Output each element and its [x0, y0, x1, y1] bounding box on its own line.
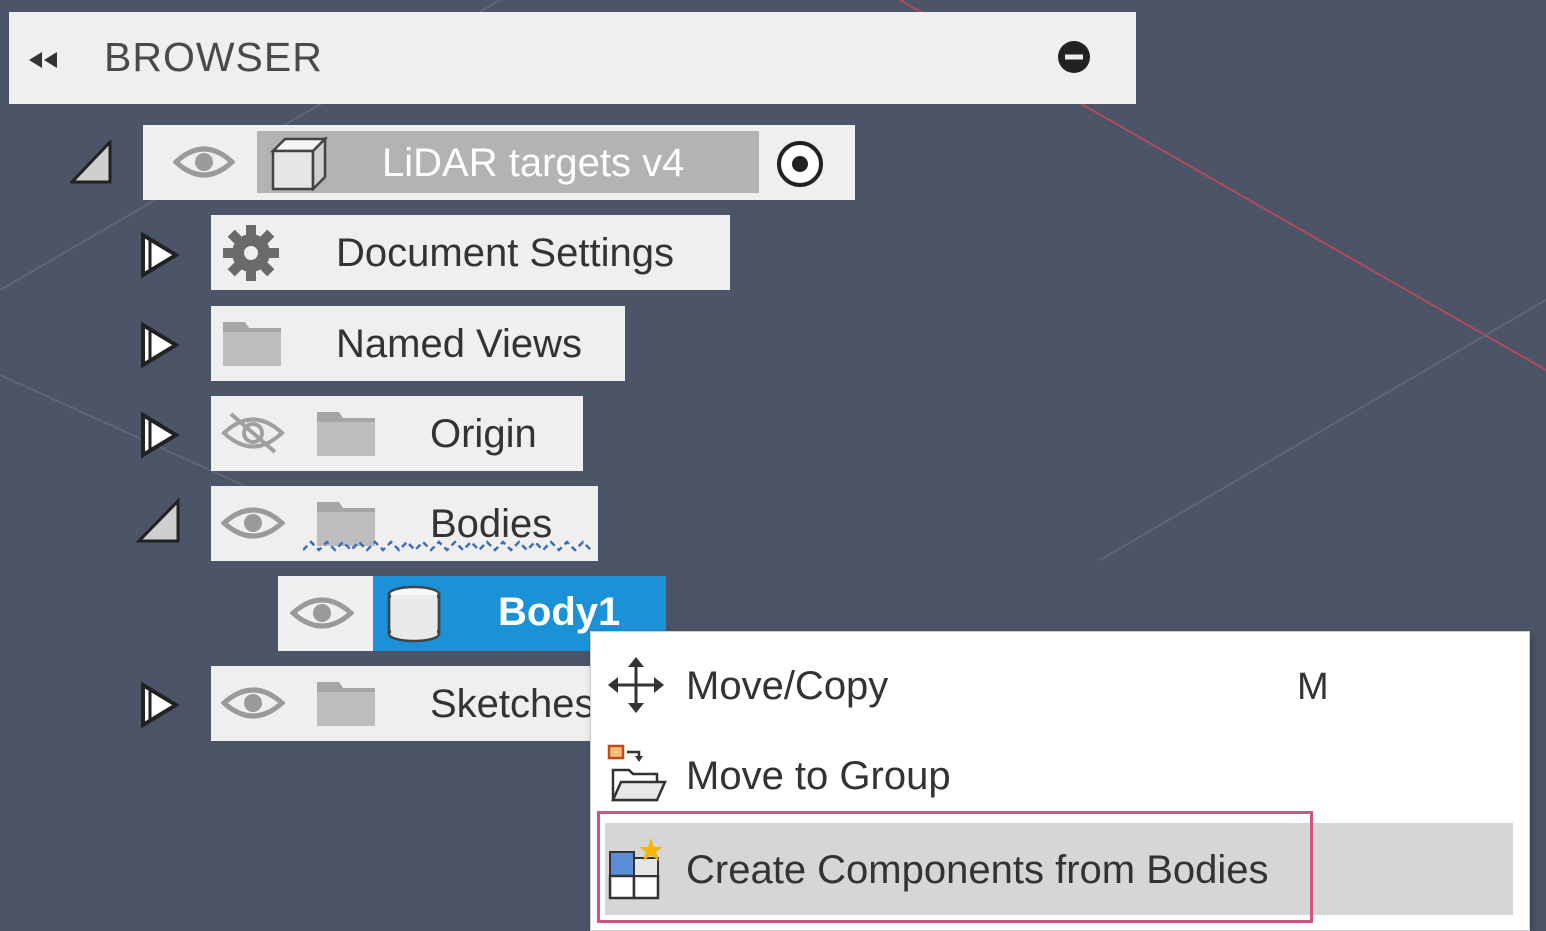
menu-item-label: Create Components from Bodies	[686, 848, 1269, 892]
expanded-triangle-icon[interactable]	[136, 498, 182, 544]
component-cube-icon	[269, 135, 329, 191]
collapsed-triangle-icon[interactable]	[140, 682, 180, 728]
folder-icon	[223, 322, 281, 366]
gear-icon	[223, 225, 279, 281]
root-name-box[interactable]: LiDAR targets v4	[257, 131, 759, 193]
folder-icon	[317, 682, 375, 726]
eye-icon[interactable]	[221, 501, 285, 545]
menu-item-move-to-group[interactable]: Move to Group	[591, 732, 1529, 822]
eye-hidden-icon[interactable]	[221, 410, 285, 456]
origin-label: Origin	[430, 412, 537, 456]
browser-title: BROWSER	[104, 34, 323, 80]
body1-label: Body1	[498, 590, 621, 634]
menu-item-move-copy[interactable]: Move/Copy M	[591, 642, 1529, 732]
menu-item-label: Move/Copy	[686, 664, 889, 708]
menu-item-shortcut: M	[1297, 666, 1329, 708]
collapsed-triangle-icon[interactable]	[140, 232, 180, 278]
move-to-group-icon	[607, 744, 667, 802]
tree-item-origin[interactable]: Origin	[211, 396, 583, 471]
tree-item-bodies[interactable]: Bodies	[211, 486, 598, 561]
tree-item-named-views[interactable]: Named Views	[211, 306, 625, 381]
folder-icon	[317, 412, 375, 456]
named-views-label: Named Views	[336, 322, 583, 366]
minus-circle-icon[interactable]	[1057, 40, 1091, 74]
context-menu: Move/Copy M Move to Group Create Compone…	[590, 631, 1530, 931]
collapsed-triangle-icon[interactable]	[140, 412, 180, 458]
body-cylinder-icon	[387, 585, 441, 643]
eye-icon[interactable]	[290, 591, 354, 635]
tree-item-document-settings[interactable]: Document Settings	[211, 215, 730, 290]
menu-item-label: Move to Group	[686, 754, 951, 798]
collapsed-triangle-icon[interactable]	[140, 322, 180, 368]
activate-radio-icon[interactable]	[775, 139, 825, 189]
menu-item-create-components-from-bodies[interactable]: Create Components from Bodies	[591, 824, 1529, 914]
create-components-icon	[608, 838, 663, 900]
tree-item-sketches[interactable]: Sketches	[211, 666, 601, 741]
browser-header: BROWSER	[9, 12, 1136, 104]
eye-icon[interactable]	[173, 140, 235, 184]
sketches-label: Sketches	[430, 682, 595, 726]
warning-squiggle-underline	[303, 540, 592, 552]
eye-icon[interactable]	[221, 681, 285, 725]
collapse-double-arrow-icon[interactable]	[29, 50, 69, 70]
expanded-triangle-icon[interactable]	[70, 140, 114, 184]
move-arrows-icon	[608, 657, 664, 713]
document-settings-label: Document Settings	[336, 231, 674, 275]
tree-root-component[interactable]: LiDAR targets v4	[143, 125, 855, 200]
root-component-label: LiDAR targets v4	[382, 141, 685, 185]
